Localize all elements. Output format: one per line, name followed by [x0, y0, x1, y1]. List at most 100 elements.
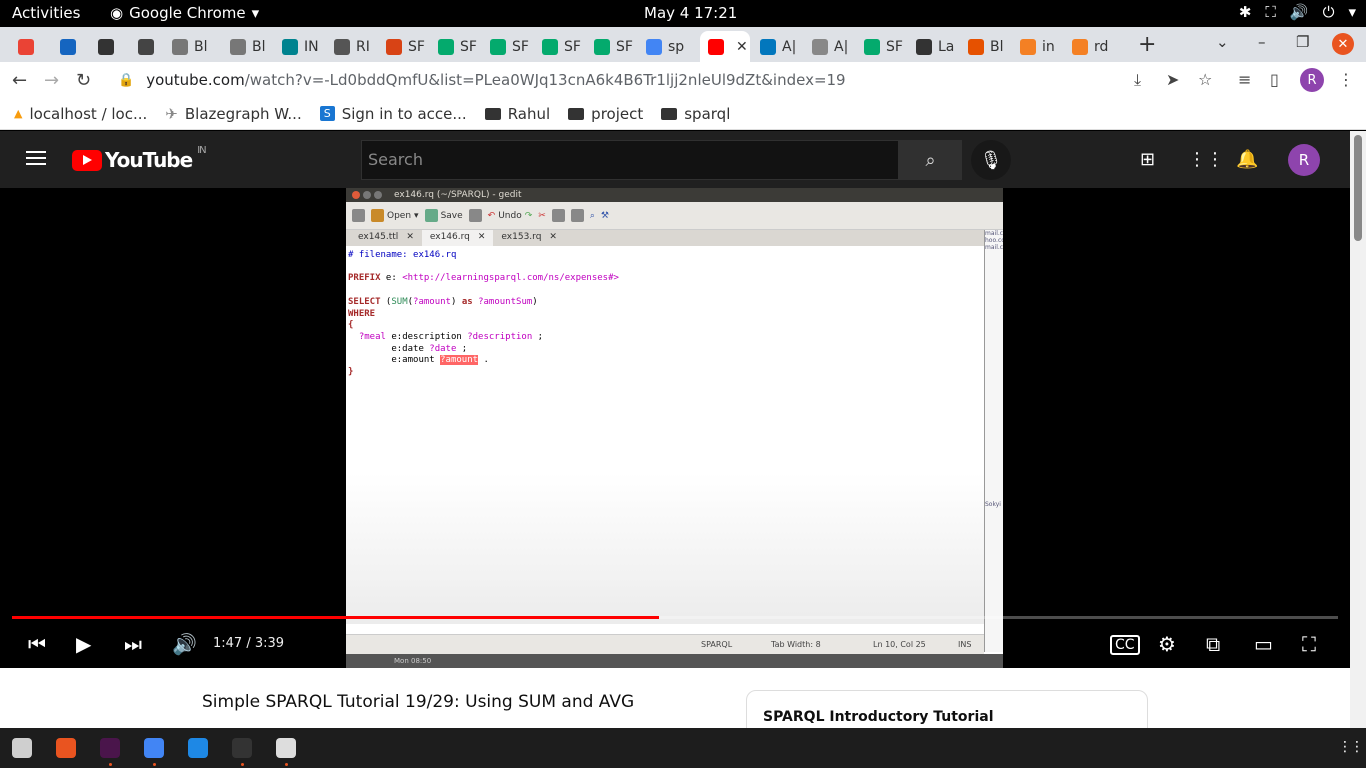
tab-search-icon[interactable]: ⌄	[1216, 33, 1229, 51]
bookmark-folder-rahul[interactable]: Rahul	[484, 105, 550, 123]
voice-search-button[interactable]: 🎙	[971, 140, 1011, 180]
browser-tab[interactable]: SF	[586, 31, 638, 62]
power-icon[interactable]: ⏻	[1323, 3, 1335, 21]
search-input[interactable]: Search	[361, 140, 899, 180]
next-icon[interactable]: ⏭	[124, 632, 142, 656]
system-clock[interactable]: May 4 17:21	[644, 4, 737, 22]
favicon-icon	[386, 38, 402, 55]
browser-tab[interactable]: SF	[378, 31, 430, 62]
tab-label: IN	[304, 38, 319, 55]
tab-youtube-active[interactable]: ✕	[700, 31, 750, 62]
page-scrollbar[interactable]	[1350, 131, 1366, 728]
favicon-icon	[594, 38, 610, 55]
browser-tab[interactable]: A|	[804, 31, 856, 62]
watch-page-content: Simple SPARQL Tutorial 19/29: Using SUM …	[0, 668, 1350, 740]
close-window-button[interactable]: ✕	[1332, 33, 1354, 55]
dock-text-editor-icon[interactable]	[276, 738, 296, 758]
browser-tab[interactable]: IN	[274, 31, 326, 62]
playlist-title[interactable]: SPARQL Introductory Tutorial	[763, 709, 994, 725]
install-icon[interactable]: ⤓	[1134, 70, 1141, 90]
favicon-icon	[138, 38, 154, 55]
restore-button[interactable]: ❐	[1296, 33, 1309, 51]
tab-label: SF	[460, 38, 477, 55]
scrollbar-thumb[interactable]	[1354, 135, 1362, 241]
profile-avatar[interactable]: R	[1300, 68, 1324, 92]
previous-icon[interactable]: ⏮	[28, 632, 46, 656]
browser-tab[interactable]: La	[908, 31, 960, 62]
window-buttons	[352, 191, 382, 199]
bookmark-star-icon[interactable]: ☆	[1198, 70, 1212, 89]
browser-tab[interactable]: SF	[430, 31, 482, 62]
new-tab-button[interactable]: +	[1138, 32, 1156, 57]
show-apps-grid-icon[interactable]: ⋮⋮⋮	[1338, 739, 1366, 755]
reload-icon[interactable]: ↻	[76, 70, 91, 91]
browser-tab[interactable]: Bl	[222, 31, 274, 62]
browser-tab[interactable]: SF	[856, 31, 908, 62]
chevron-down-icon[interactable]: ▾	[1348, 3, 1356, 21]
youtube-logo[interactable]: YouTube IN	[72, 145, 207, 172]
captions-icon[interactable]: CC	[1110, 635, 1140, 655]
dock-slack-icon[interactable]	[100, 738, 120, 758]
menu-icon[interactable]	[26, 151, 46, 165]
notifications-bell-icon[interactable]: 🔔	[1236, 149, 1258, 170]
slack-tray-icon[interactable]: ✱	[1239, 3, 1252, 21]
browser-tab[interactable]: A|	[752, 31, 804, 62]
apps-grid-icon[interactable]: ⋮⋮	[1188, 149, 1224, 170]
back-icon[interactable]: ←	[12, 70, 27, 91]
dock-files-icon[interactable]	[12, 738, 32, 758]
seek-bar[interactable]	[12, 616, 1338, 619]
dock-vscode-icon[interactable]	[188, 738, 208, 758]
favicon-icon	[1020, 38, 1036, 55]
close-tab-icon[interactable]: ✕	[736, 39, 748, 55]
media-icon[interactable]: ≡	[1238, 70, 1251, 89]
app-menu[interactable]: ◉ Google Chrome ▾	[110, 4, 259, 22]
favicon-icon	[282, 38, 298, 55]
minimize-button[interactable]: –	[1258, 33, 1266, 51]
favicon-icon	[812, 38, 828, 55]
miniplayer-icon[interactable]: ⧉	[1206, 632, 1220, 656]
more-menu-icon[interactable]: ⋮	[1338, 70, 1354, 89]
dock-chrome-icon[interactable]	[144, 738, 164, 758]
search-button[interactable]: ⌕	[899, 140, 962, 180]
tab-label: rd	[1094, 38, 1109, 55]
bookmark-folder-project[interactable]: project	[568, 105, 643, 123]
activities-button[interactable]: Activities	[12, 4, 80, 22]
browser-tab[interactable]: SF	[534, 31, 586, 62]
play-icon[interactable]: ▶	[76, 632, 91, 656]
bookmark-localhost[interactable]: ▲ localhost / loc...	[14, 105, 147, 123]
browser-tab[interactable]: Bl	[164, 31, 216, 62]
dock-terminal-icon[interactable]	[232, 738, 252, 758]
favicon-icon	[334, 38, 350, 55]
video-player[interactable]: ex146.rq (~/SPARQL) - gedit Open ▾ Save …	[0, 188, 1350, 668]
bookmark-blazegraph[interactable]: ✈ Blazegraph W...	[165, 105, 301, 123]
account-avatar[interactable]: R	[1288, 144, 1320, 176]
tab-label: in	[1042, 38, 1055, 55]
tab-label: Bl	[194, 38, 208, 55]
browser-tab[interactable]: Bl	[960, 31, 1012, 62]
browser-tab[interactable]: in	[1012, 31, 1064, 62]
forward-icon[interactable]: →	[44, 70, 59, 91]
browser-tab[interactable]: sp	[638, 31, 690, 62]
browser-tab[interactable]: RI	[326, 31, 378, 62]
browser-tab[interactable]: SF	[482, 31, 534, 62]
dock-software-icon[interactable]	[56, 738, 76, 758]
url-path: /watch?v=-Ld0bddQmfU&list=PLea0WJq13cnA6…	[244, 71, 846, 89]
fullscreen-icon[interactable]: ⛶	[1302, 632, 1316, 656]
create-video-icon[interactable]: ⊞	[1140, 149, 1155, 170]
theater-mode-icon[interactable]: ▭	[1254, 632, 1273, 656]
volume-icon[interactable]: 🔊	[172, 632, 197, 656]
volume-icon[interactable]: 🔊	[1290, 3, 1309, 21]
browser-tab[interactable]: rd	[1064, 31, 1116, 62]
bookmark-folder-sparql[interactable]: sparql	[661, 105, 730, 123]
network-icon[interactable]: ⛶	[1265, 3, 1276, 21]
print-icon	[468, 209, 482, 222]
bookmark-sign-in[interactable]: S Sign in to acce...	[319, 105, 467, 123]
lock-icon[interactable]: 🔒	[118, 73, 134, 88]
share-icon[interactable]: ➤	[1166, 70, 1179, 89]
system-tray[interactable]: ✱ ⛶ 🔊 ⏻ ▾	[1239, 3, 1356, 21]
address-bar[interactable]: 🔒 youtube.com/watch?v=-Ld0bddQmfU&list=P…	[108, 66, 1228, 94]
favicon-icon	[1072, 38, 1088, 55]
side-panel-icon[interactable]: ▯	[1270, 70, 1279, 89]
settings-gear-icon[interactable]: ⚙	[1158, 632, 1176, 656]
phpmyadmin-icon: ▲	[14, 107, 23, 120]
